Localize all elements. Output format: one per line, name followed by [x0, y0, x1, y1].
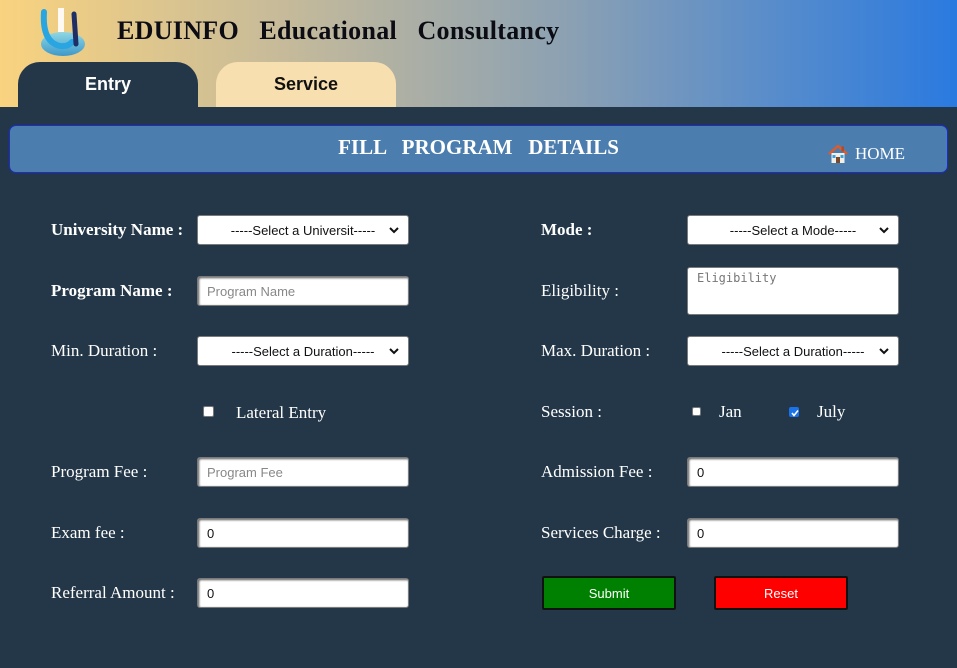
checkmark-icon — [791, 410, 799, 417]
app-title: EDUINFO Educational Consultancy — [117, 16, 560, 45]
session-july-label: July — [817, 402, 846, 421]
program-fee-label: Program Fee : — [51, 462, 148, 481]
page-banner: FILL PROGRAM DETAILS HOME — [9, 125, 948, 173]
referral-amount-label: Referral Amount : — [51, 583, 175, 602]
min-duration-label: Min. Duration : — [51, 341, 158, 360]
services-charge-label: Services Charge : — [541, 523, 661, 542]
program-name-input[interactable]: Program Name — [197, 276, 409, 306]
chevron-down-icon — [879, 227, 889, 234]
home-link[interactable]: HOME — [827, 143, 905, 165]
tab-entry[interactable]: Entry — [18, 62, 198, 107]
mode-select[interactable]: -----Select a Mode----- — [687, 215, 899, 245]
tab-service-label: Service — [273, 74, 339, 94]
lateral-entry-checkbox[interactable] — [203, 406, 214, 417]
session-jan-label: Jan — [719, 402, 742, 421]
university-select-value: -----Select a Universit----- — [230, 222, 376, 238]
services-charge-input[interactable]: 0 — [687, 518, 899, 548]
reset-button[interactable]: Reset — [714, 576, 848, 610]
session-label: Session : — [541, 402, 602, 421]
min-duration-select[interactable]: -----Select a Duration----- — [197, 336, 409, 366]
submit-button[interactable]: Submit — [542, 576, 676, 610]
lateral-entry-label: Lateral Entry — [236, 403, 327, 422]
referral-amount-input[interactable]: 0 — [197, 578, 409, 608]
mode-select-value: -----Select a Mode----- — [729, 222, 857, 238]
tab-service[interactable]: Service — [216, 62, 396, 107]
eligibility-textarea[interactable]: Eligibility — [687, 267, 899, 315]
eligibility-label: Eligibility : — [541, 281, 619, 300]
program-name-label: Program Name : — [51, 281, 173, 300]
session-july-checkbox[interactable] — [789, 407, 799, 417]
app-header: EDUINFO Educational Consultancy Entry Se… — [0, 0, 957, 107]
admission-fee-input[interactable]: 0 — [687, 457, 899, 487]
program-fee-input[interactable]: Program Fee — [197, 457, 409, 487]
exam-fee-label: Exam fee : — [51, 523, 125, 542]
max-duration-select[interactable]: -----Select a Duration----- — [687, 336, 899, 366]
house-icon — [828, 144, 848, 163]
home-label: HOME — [855, 144, 906, 163]
min-duration-select-value: -----Select a Duration----- — [231, 343, 375, 359]
admission-fee-label: Admission Fee : — [541, 462, 653, 481]
chevron-down-icon — [389, 348, 399, 355]
chevron-down-icon — [879, 348, 889, 355]
exam-fee-input[interactable]: 0 — [197, 518, 409, 548]
university-select[interactable]: -----Select a Universit----- — [197, 215, 409, 245]
chevron-down-icon — [389, 227, 399, 234]
session-jan-checkbox[interactable] — [692, 407, 701, 416]
mode-label: Mode : — [541, 220, 593, 239]
max-duration-label: Max. Duration : — [541, 341, 651, 360]
eduinfo-logo-icon — [40, 8, 85, 56]
page-title: FILL PROGRAM DETAILS — [338, 135, 619, 159]
max-duration-select-value: -----Select a Duration----- — [721, 343, 865, 359]
tab-entry-label: Entry — [84, 74, 131, 94]
university-label: University Name : — [51, 220, 184, 239]
